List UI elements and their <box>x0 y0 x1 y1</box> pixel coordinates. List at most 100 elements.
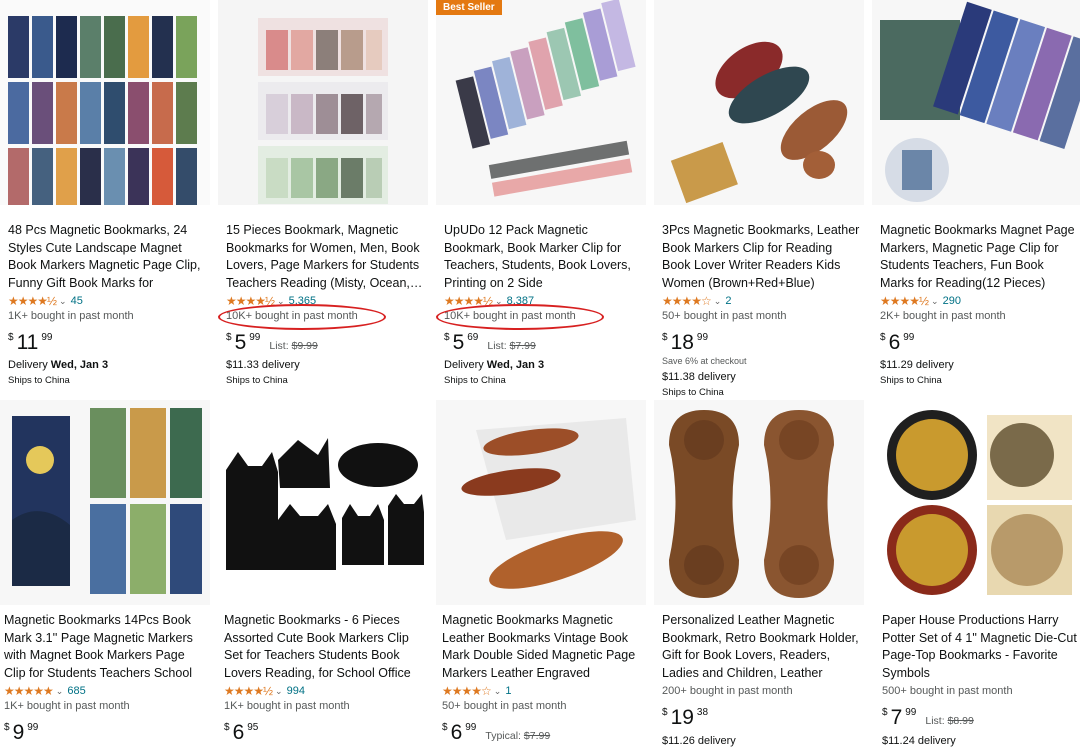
delivery-label: Delivery <box>8 359 48 371</box>
product-title[interactable]: Magnetic Bookmarks - 6 Pieces Assorted C… <box>224 612 422 682</box>
price[interactable]: $ 7 99 List: $8.99 <box>882 707 974 729</box>
harry-potter-bookmarks-image <box>872 400 1080 605</box>
rating-count[interactable]: 2 <box>725 295 731 307</box>
price-fraction: 99 <box>465 722 477 733</box>
product-card[interactable]: Magnetic Bookmarks Magnet Page Markers, … <box>872 0 1080 400</box>
product-card[interactable]: 48 Pcs Magnetic Bookmarks, 24 Styles Cut… <box>0 0 210 400</box>
product-card[interactable]: Personalized Leather Magnetic Bookmark, … <box>654 400 864 753</box>
rating[interactable]: ★★★★½ ⌄ 290 <box>880 294 961 308</box>
bought-count: 1K+ bought in past month <box>8 310 134 322</box>
bought-count: 1K+ bought in past month <box>4 700 130 712</box>
product-card[interactable]: Best Seller UpUDo 12 Pack Magnetic Bookm… <box>436 0 646 400</box>
price-currency: $ <box>662 332 668 343</box>
product-card[interactable]: Magnetic Bookmarks - 6 Pieces Assorted C… <box>218 400 428 753</box>
product-card[interactable]: Paper House Productions Harry Potter Set… <box>872 400 1080 753</box>
rating-count[interactable]: 8,387 <box>507 295 535 307</box>
delivery-info: Delivery Wed, Jan 3 <box>444 359 544 371</box>
product-title[interactable]: 48 Pcs Magnetic Bookmarks, 24 Styles Cut… <box>8 222 206 292</box>
price-whole: 6 <box>888 331 901 354</box>
chevron-down-icon[interactable]: ⌄ <box>59 296 67 307</box>
list-price-value: $9.99 <box>291 340 318 352</box>
ships-to: Ships to China <box>662 387 724 398</box>
star-rating-icon: ★★★★½ <box>226 294 275 308</box>
price-currency: $ <box>4 722 10 733</box>
rating-count[interactable]: 45 <box>71 295 83 307</box>
product-title[interactable]: Paper House Productions Harry Potter Set… <box>882 612 1080 682</box>
price[interactable]: $ 9 99 <box>4 722 38 744</box>
price-currency: $ <box>880 332 886 343</box>
chevron-down-icon[interactable]: ⌄ <box>931 296 939 307</box>
price-whole: 6 <box>232 721 245 744</box>
rating[interactable]: ★★★★☆ ⌄ 2 <box>662 294 731 308</box>
product-card[interactable]: 3Pcs Magnetic Bookmarks, Leather Book Ma… <box>654 0 864 400</box>
bought-count: 10K+ bought in past month <box>444 310 576 322</box>
product-title[interactable]: UpUDo 12 Pack Magnetic Bookmark, Book Ma… <box>444 222 642 292</box>
price-fraction: 99 <box>41 332 53 343</box>
rating[interactable]: ★★★★☆ ⌄ 1 <box>442 684 511 698</box>
rating-count[interactable]: 994 <box>287 685 305 697</box>
bought-count: 500+ bought in past month <box>882 685 1013 697</box>
chevron-down-icon[interactable]: ⌄ <box>714 296 722 307</box>
product-title[interactable]: Magnetic Bookmarks 14Pcs Book Mark 3.1''… <box>4 612 206 682</box>
product-image[interactable] <box>654 400 864 605</box>
product-title[interactable]: Magnetic Bookmarks Magnet Page Markers, … <box>880 222 1078 292</box>
product-card[interactable]: Magnetic Bookmarks 14Pcs Book Mark 3.1''… <box>0 400 210 753</box>
rating[interactable]: ★★★★½ ⌄ 45 <box>8 294 83 308</box>
rating-count[interactable]: 1 <box>505 685 511 697</box>
product-card[interactable]: 15 Pieces Bookmark, Magnetic Bookmarks f… <box>218 0 428 400</box>
price[interactable]: $ 5 99 List: $9.99 <box>226 332 318 354</box>
star-rating-icon: ★★★★½ <box>224 684 273 698</box>
starry-night-bookmarks-image <box>0 400 210 605</box>
rating[interactable]: ★★★★★ ⌄ 685 <box>4 684 86 698</box>
product-title[interactable]: 3Pcs Magnetic Bookmarks, Leather Book Ma… <box>662 222 860 292</box>
product-title[interactable]: Personalized Leather Magnetic Bookmark, … <box>662 612 860 682</box>
best-seller-badge: Best Seller <box>436 0 502 15</box>
product-image[interactable] <box>872 0 1080 205</box>
price-fraction: 99 <box>905 707 917 718</box>
personalized-leather-bookmarks-image <box>654 400 864 605</box>
bought-count: 200+ bought in past month <box>662 685 793 697</box>
list-price: List: $9.99 <box>269 340 317 352</box>
product-image[interactable] <box>0 400 210 605</box>
price-fraction: 99 <box>903 332 915 343</box>
price-whole: 5 <box>452 331 465 354</box>
rating-count[interactable]: 290 <box>943 295 961 307</box>
product-image[interactable]: Best Seller <box>436 0 646 205</box>
rating-count[interactable]: 5,365 <box>289 295 317 307</box>
price-fraction: 99 <box>27 722 39 733</box>
star-rating-icon: ★★★★½ <box>880 294 929 308</box>
product-image[interactable] <box>654 0 864 205</box>
product-image[interactable] <box>218 0 428 205</box>
chevron-down-icon[interactable]: ⌄ <box>277 296 285 307</box>
rating[interactable]: ★★★★½ ⌄ 5,365 <box>226 294 316 308</box>
chevron-down-icon[interactable]: ⌄ <box>495 296 503 307</box>
product-image[interactable] <box>436 400 646 605</box>
price[interactable]: $ 5 69 List: $7.99 <box>444 332 536 354</box>
price[interactable]: $ 19 38 <box>662 707 708 729</box>
bought-count: 50+ bought in past month <box>442 700 567 712</box>
delivery-info: Delivery Wed, Jan 3 <box>8 359 108 371</box>
price[interactable]: $ 6 99 <box>880 332 914 354</box>
list-price-value: $8.99 <box>947 715 974 727</box>
price-fraction: 99 <box>696 332 709 343</box>
price[interactable]: $ 18 99 <box>662 332 708 354</box>
product-image[interactable] <box>872 400 1080 605</box>
price[interactable]: $ 6 99 Typical: $7.99 <box>442 722 550 744</box>
chevron-down-icon[interactable]: ⌄ <box>275 686 283 697</box>
list-price-value: $7.99 <box>509 340 536 352</box>
price[interactable]: $ 6 95 <box>224 722 258 744</box>
product-image[interactable] <box>0 0 210 205</box>
rating-count[interactable]: 685 <box>67 685 85 697</box>
rating[interactable]: ★★★★½ ⌄ 994 <box>224 684 305 698</box>
leather-bookmarks-image <box>654 0 864 205</box>
rating[interactable]: ★★★★½ ⌄ 8,387 <box>444 294 534 308</box>
chevron-down-icon[interactable]: ⌄ <box>56 686 64 697</box>
product-card[interactable]: Magnetic Bookmarks Magnetic Leather Book… <box>436 400 646 753</box>
product-image[interactable] <box>218 400 428 605</box>
product-title[interactable]: 15 Pieces Bookmark, Magnetic Bookmarks f… <box>226 222 424 292</box>
product-title[interactable]: Magnetic Bookmarks Magnetic Leather Book… <box>442 612 640 682</box>
chevron-down-icon[interactable]: ⌄ <box>494 686 502 697</box>
price-currency: $ <box>224 722 230 733</box>
price[interactable]: $ 11 99 <box>8 332 53 354</box>
price-fraction: 99 <box>249 332 261 343</box>
